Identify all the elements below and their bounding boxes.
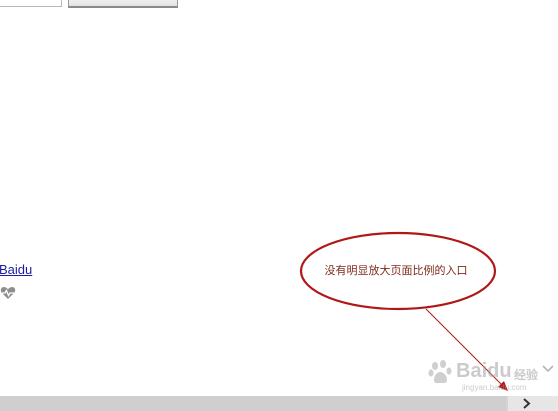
scroll-right-button[interactable] (508, 396, 558, 411)
baidu-link[interactable]: Baidu (0, 262, 32, 277)
watermark-brand: Baidu (456, 360, 512, 382)
annotation-text: 没有明显放大页面比例的入口 (324, 264, 468, 277)
horizontal-scrollbar[interactable] (0, 396, 558, 411)
scrollbar-track[interactable] (0, 396, 506, 411)
baidu-watermark: Baidu 经验 jingyan.baidu.com (428, 356, 538, 396)
paw-icon (428, 360, 452, 384)
chevron-right-icon (523, 398, 531, 409)
chevron-down-icon[interactable] (540, 362, 556, 376)
watermark-url: jingyan.baidu.com (462, 383, 527, 392)
search-button[interactable] (68, 0, 178, 8)
watermark-suffix: 经验 (514, 368, 539, 382)
search-input[interactable] (0, 0, 62, 7)
heart-pulse-icon (0, 286, 16, 299)
